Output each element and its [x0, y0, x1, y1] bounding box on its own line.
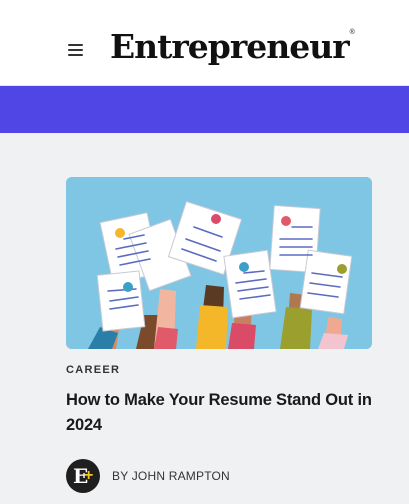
article-title[interactable]: How to Make Your Resume Stand Out in 202… — [66, 388, 386, 438]
entrepreneur-plus-avatar[interactable]: E + — [66, 459, 100, 493]
entrepreneur-logo[interactable]: Entrepreneur® — [110, 22, 355, 72]
purple-banner — [0, 86, 409, 133]
author-row[interactable]: E + BY JOHN RAMPTON — [66, 459, 230, 493]
plus-icon: + — [84, 467, 94, 484]
author-byline[interactable]: BY JOHN RAMPTON — [112, 469, 230, 483]
article-category[interactable]: CAREER — [66, 364, 120, 376]
hamburger-menu-icon[interactable] — [66, 42, 86, 58]
article-image[interactable] — [66, 177, 372, 349]
site-header: Entrepreneur® — [0, 0, 409, 86]
